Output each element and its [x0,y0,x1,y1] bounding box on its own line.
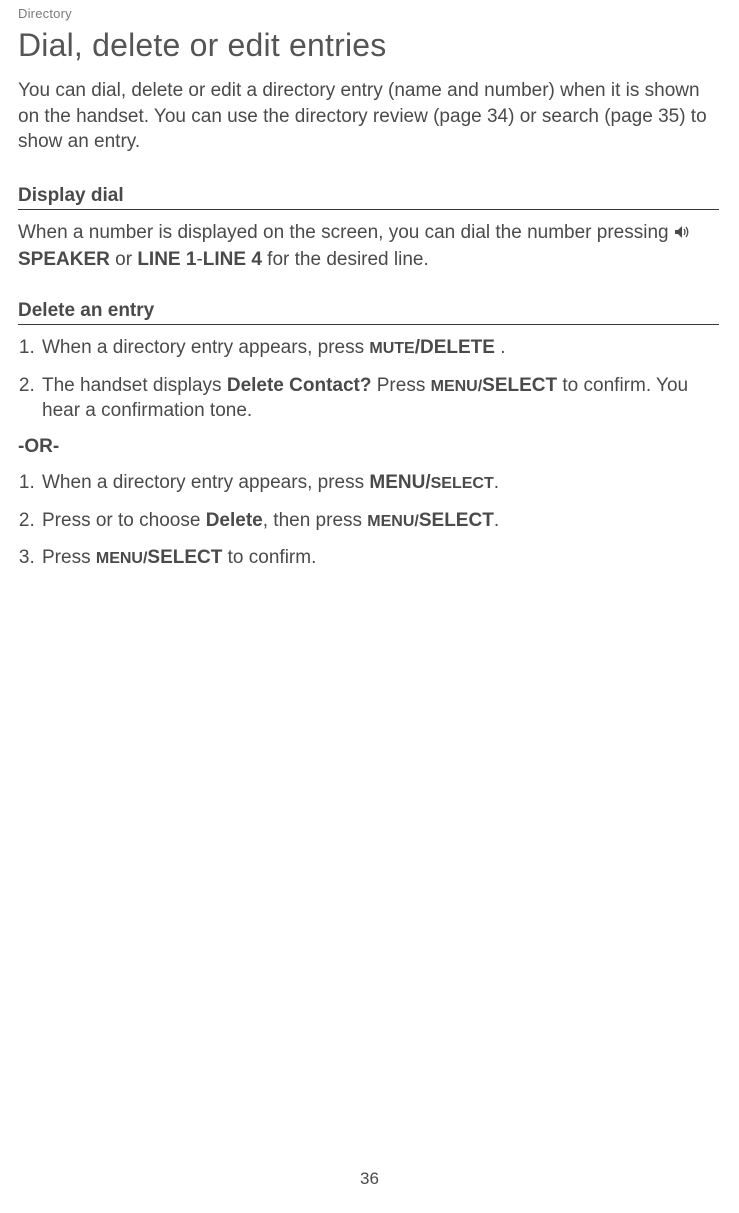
list-item: When a directory entry appears, press MU… [40,335,719,361]
text-fragment: When a directory entry appears, press [42,472,369,493]
text-fragment: for the desired line. [262,249,429,270]
menu-select-key-label: MENU/SELECT [96,547,223,568]
menu-select-key-label: MENU/SELECT [367,510,494,531]
delete-label: Delete [206,510,263,531]
text-fragment: . [494,472,499,493]
mute-key-label: MUTE/DELETE [369,337,495,358]
page-number: 36 [0,1169,739,1189]
section-heading-delete-entry: Delete an entry [18,300,719,325]
page-title: Dial, delete or edit entries [18,27,719,64]
text-fragment: to confirm. [222,547,316,568]
text-fragment: . [495,337,506,358]
section-heading-display-dial: Display dial [18,185,719,210]
display-dial-body: When a number is displayed on the screen… [18,220,719,272]
list-item: The handset displays Delete Contact? Pre… [40,373,719,424]
steps-list-a: When a directory entry appears, press MU… [18,335,719,424]
manual-page: Directory Dial, delete or edit entries Y… [0,0,739,1213]
text-fragment: Press [371,375,430,396]
intro-paragraph: You can dial, delete or edit a directory… [18,78,719,155]
text-fragment: When a number is displayed on the screen… [18,222,674,243]
speaker-key-label: SPEAKER [18,249,110,270]
text-fragment: . [494,510,499,531]
text-fragment: Press or to choose [42,510,206,531]
line1-key-label: LINE 1 [137,249,196,270]
list-item: Press MENU/SELECT to confirm. [40,545,719,571]
menu-select-key-label: MENU/SELECT [431,375,558,396]
menu-select-key-label: MENU/SELECT [369,472,493,493]
list-item: When a directory entry appears, press ME… [40,470,719,496]
line4-key-label: LINE 4 [203,249,262,270]
steps-list-b: When a directory entry appears, press ME… [18,470,719,571]
text-fragment: or [110,249,137,270]
or-divider: -OR- [18,436,719,458]
speaker-icon [674,221,690,247]
delete-contact-label: Delete Contact? [227,375,372,396]
text-fragment: The handset displays [42,375,227,396]
text-fragment: When a directory entry appears, press [42,337,369,358]
breadcrumb: Directory [18,6,719,21]
text-fragment: , then press [263,510,368,531]
text-fragment: Press [42,547,96,568]
list-item: Press or to choose Delete, then press ME… [40,508,719,534]
